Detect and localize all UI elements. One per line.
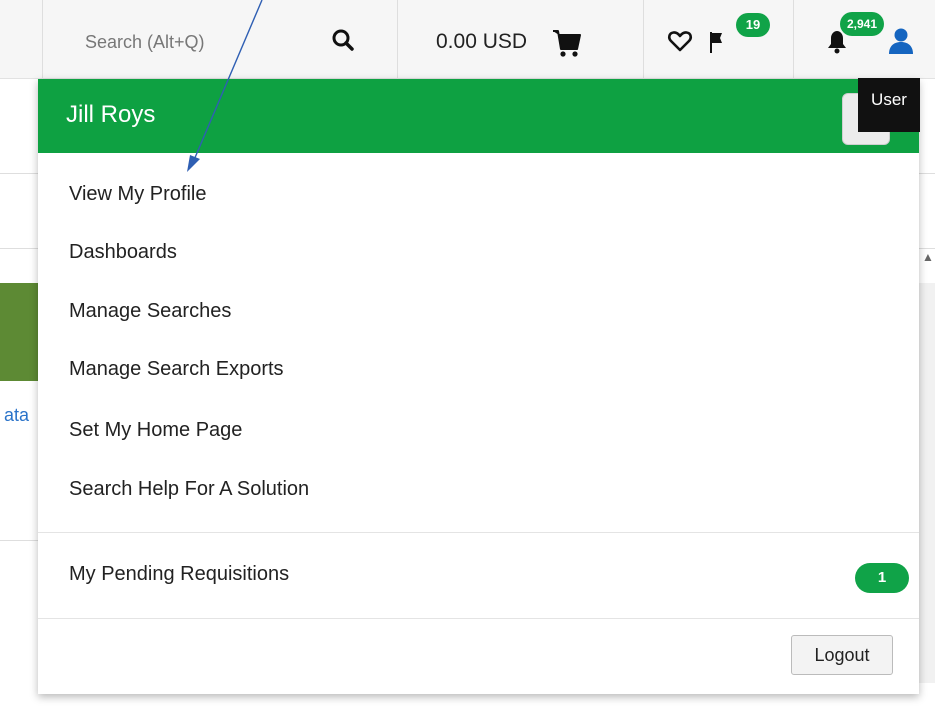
menu-divider [38,618,919,619]
user-tooltip: User [858,78,920,132]
menu-item-my-pending-requisitions[interactable]: My Pending Requisitions 1 [38,546,919,604]
menu-item-set-my-home-page[interactable]: Set My Home Page [38,402,919,460]
favorites-flags-section: 19 [643,0,794,78]
flag-icon[interactable] [708,30,730,54]
scroll-up-arrow-icon[interactable]: ▲ [922,250,934,264]
pending-count-badge: 1 [855,563,909,593]
menu-item-label: Manage Search Exports [69,358,284,380]
menu-item-view-my-profile[interactable]: View My Profile [38,166,919,224]
notifications-user-section: 2,941 [793,0,935,78]
background-scrollbar[interactable] [917,283,935,683]
menu-item-dashboards[interactable]: Dashboards [38,224,919,282]
background-divider [0,540,40,541]
heart-icon[interactable] [667,28,693,54]
menu-item-manage-search-exports[interactable]: Manage Search Exports [38,341,919,399]
menu-item-label: Dashboards [69,241,177,263]
user-dropdown-menu: Jill Roys View My Profile Dashboards Man… [38,79,919,694]
search-input[interactable] [83,26,327,58]
menu-item-label: My Pending Requisitions [69,563,290,585]
cart-total: 0.00 USD [436,30,528,53]
menu-item-label: Search Help For A Solution [69,478,310,500]
notification-count-badge: 2,941 [840,12,884,36]
menu-divider [38,532,919,533]
user-name: Jill Roys [66,101,156,128]
flag-count-badge: 19 [736,13,770,37]
background-link-fragment[interactable]: ata [4,405,29,426]
background-banner [0,283,40,381]
menu-item-label: Set My Home Page [69,419,243,441]
search-section [42,0,398,78]
menu-item-search-help[interactable]: Search Help For A Solution [38,461,919,519]
menu-item-label: View My Profile [69,183,207,205]
menu-item-label: Manage Searches [69,300,232,322]
menu-item-manage-searches[interactable]: Manage Searches [38,283,919,341]
cart-section[interactable]: 0.00 USD [397,0,644,78]
user-menu-header: Jill Roys [38,79,919,153]
shopping-cart-icon[interactable] [550,25,584,59]
top-navbar: 0.00 USD 19 [0,0,935,79]
user-icon[interactable] [888,26,914,56]
search-icon[interactable] [329,26,359,56]
logout-button[interactable]: Logout [791,635,893,675]
